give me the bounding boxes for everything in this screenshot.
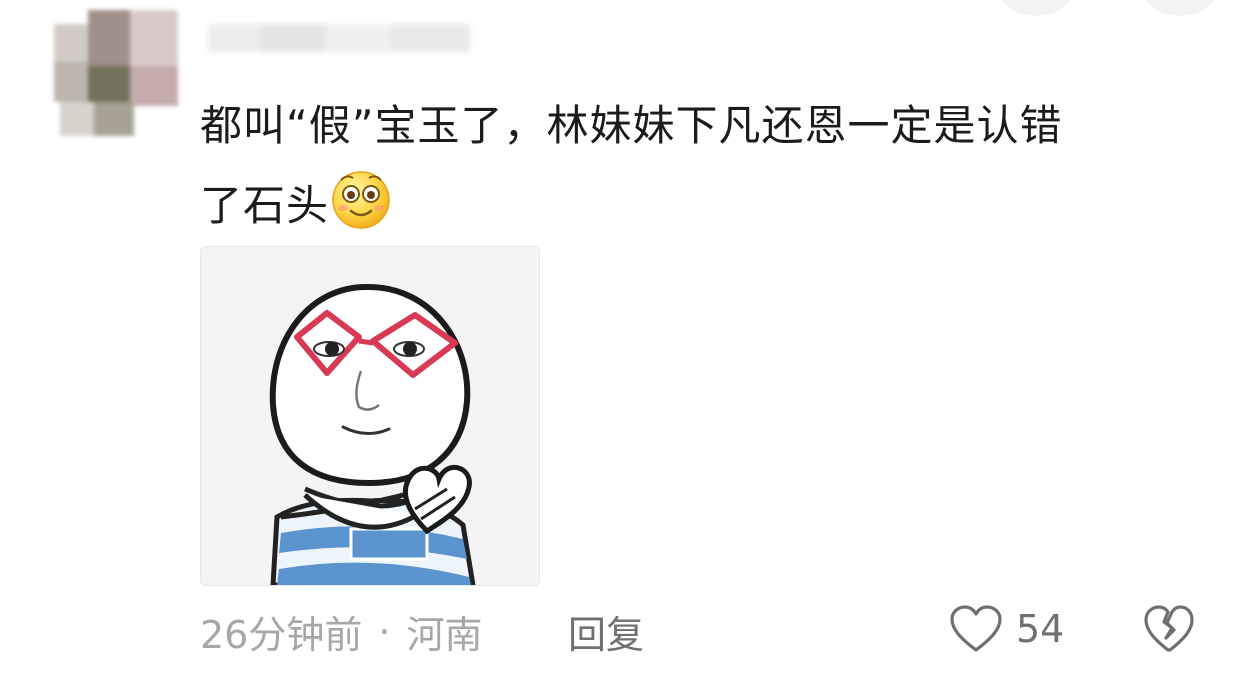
comment-meta: 26分钟前 · 河南 [200,604,482,659]
dislike-button[interactable] [1142,604,1196,658]
comment-time: 26分钟前 [200,613,363,657]
comment-text: 都叫“假”宝玉了，林妹妹下凡还恩一定是认错 了石头 [200,86,1210,246]
avatar[interactable] [54,4,182,140]
heart-outline-icon[interactable] [948,604,1004,654]
broken-heart-icon[interactable] [1142,604,1196,654]
comment-line-2: 了石头 [200,166,1210,246]
smiling-face-emoji-icon [332,171,390,229]
comment-line-1: 都叫“假”宝玉了，林妹妹下凡还恩一定是认错 [200,101,1063,150]
meme-sticker-image[interactable] [200,246,540,586]
top-action-circle-left[interactable] [998,0,1074,16]
top-action-circle-right[interactable] [1142,0,1218,16]
like-button[interactable]: 54 [948,604,1064,654]
like-count: 54 [1016,607,1065,651]
username-blurred[interactable] [208,24,470,52]
meta-separator: · [378,609,391,654]
comment-location: 河南 [406,613,483,657]
reply-button[interactable]: 回复 [568,604,644,659]
